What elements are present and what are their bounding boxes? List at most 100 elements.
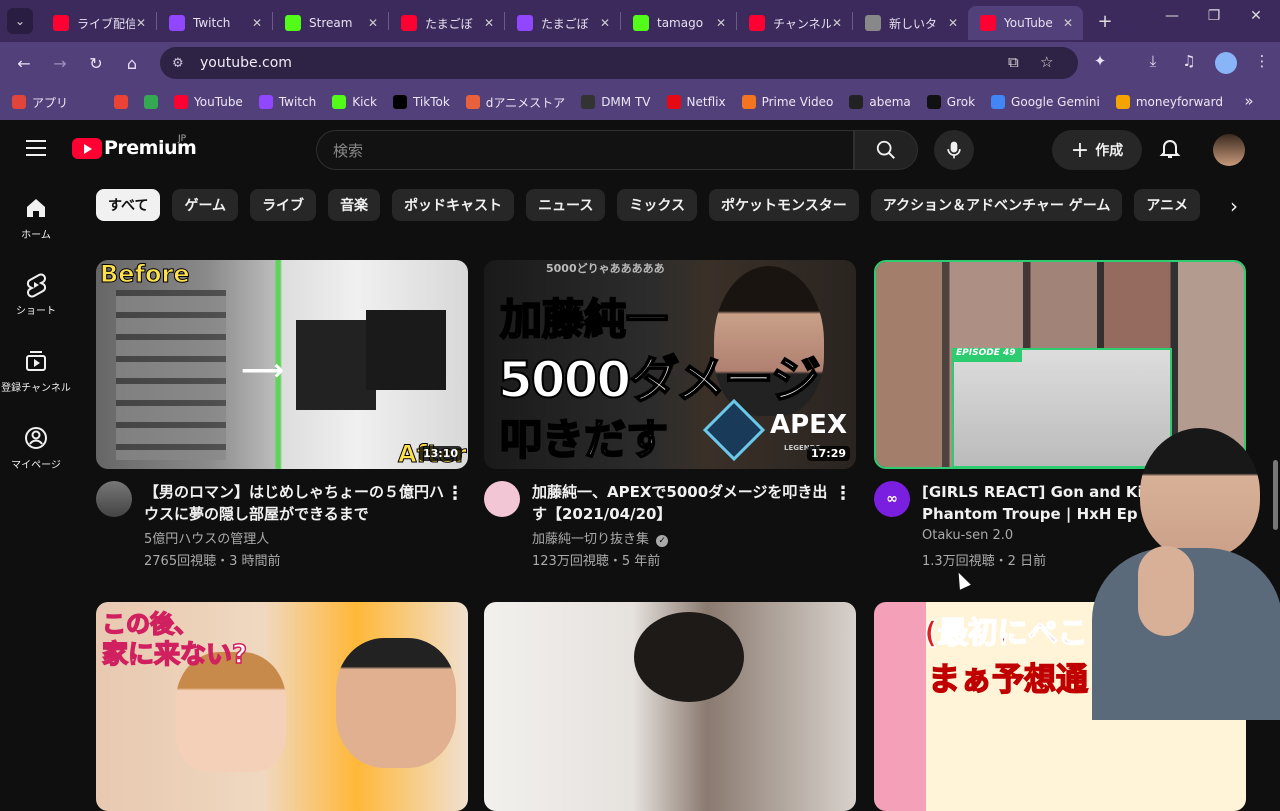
filter-chip[interactable]: アクション＆アドベンチャー ゲーム [870, 189, 1123, 221]
filter-chip[interactable]: ゲーム [172, 189, 239, 221]
bookmark-item[interactable]: YouTube [174, 95, 243, 109]
omnibox[interactable]: ⚙ youtube.com ⧉ ☆ [160, 47, 1078, 79]
bookmark-item[interactable]: Grok [926, 95, 975, 109]
site-info-icon[interactable]: ⚙ [172, 56, 190, 71]
video-thumbnail[interactable]: この後、 家に来ない? [96, 602, 468, 811]
search-input[interactable]: 検索 [316, 130, 854, 170]
video-thumbnail[interactable] [484, 602, 856, 811]
filter-chip[interactable]: アニメ [1134, 189, 1201, 221]
tab-search-button[interactable]: ⌄ [7, 8, 33, 34]
bookmark-label: Prime Video [761, 95, 834, 109]
bookmark-item[interactable]: dアニメストア [465, 94, 565, 111]
bookmark-item[interactable]: Kick [332, 95, 377, 109]
search-button[interactable] [854, 130, 918, 170]
filter-chip[interactable]: すべて [96, 189, 161, 221]
filter-chip[interactable]: 音楽 [328, 189, 381, 221]
close-tab-icon[interactable]: ✕ [1063, 16, 1073, 30]
bookmark-item[interactable]: アプリ [12, 94, 68, 111]
browser-tab[interactable]: ライブ配信 ✕ [41, 6, 156, 40]
bookmark-star-icon[interactable]: ☆ [1040, 53, 1053, 71]
dmm-icon [581, 95, 596, 109]
close-tab-icon[interactable]: ✕ [368, 16, 378, 30]
channel-name[interactable]: 5億円ハウスの管理人 [144, 528, 269, 547]
channel-avatar[interactable] [484, 481, 520, 517]
bookmark-item[interactable]: TikTok [392, 95, 450, 109]
close-tab-icon[interactable]: ✕ [600, 16, 610, 30]
browser-tab-strip: ⌄ ライブ配信 ✕ Twitch ✕ Stream ✕ たまごぼ ✕ たまごぼ ✕ tamago ✕ チ… [0, 0, 1280, 42]
create-button[interactable]: + 作成 [1052, 130, 1142, 170]
more-bookmarks-icon[interactable]: » [1238, 92, 1260, 110]
more-actions-icon[interactable]: ⋮ [446, 483, 464, 504]
bookmark-item[interactable]: Twitch [258, 95, 316, 109]
channel-name[interactable]: Otaku-sen 2.0 [922, 528, 1013, 543]
bookmark-item[interactable]: Prime Video [741, 95, 834, 109]
page-scrollbar[interactable] [1273, 460, 1278, 530]
video-card[interactable]: Before After ⟶ 13:10 【男のロマン】はじめしゃちょーの５億円… [96, 260, 468, 571]
media-control-icon[interactable]: ♫ [1178, 52, 1200, 70]
filter-chip[interactable]: ライブ [250, 189, 317, 221]
close-tab-icon[interactable]: ✕ [832, 16, 842, 30]
extensions-icon[interactable]: ✦ [1089, 52, 1111, 70]
bookmark-item[interactable]: abema [849, 95, 911, 109]
browser-tab[interactable]: YouTube ✕ [968, 6, 1083, 40]
bookmark-item[interactable] [144, 95, 164, 109]
reload-button[interactable]: ↻ [78, 54, 114, 73]
back-button[interactable]: ← [6, 54, 42, 73]
profile-avatar[interactable] [1215, 52, 1237, 74]
bookmark-item[interactable] [114, 95, 134, 109]
prime-icon [741, 95, 756, 109]
bookmark-item[interactable]: Netflix [666, 95, 726, 109]
browser-tab[interactable]: チャンネル ✕ [737, 6, 852, 40]
browser-tab[interactable]: tamago ✕ [621, 6, 736, 40]
close-tab-icon[interactable]: ✕ [252, 16, 262, 30]
channel-avatar[interactable] [96, 481, 132, 517]
notifications-bell-icon[interactable] [1158, 136, 1182, 165]
close-tab-icon[interactable]: ✕ [484, 16, 494, 30]
browser-tab[interactable]: たまごぼ ✕ [389, 6, 504, 40]
maximize-button[interactable]: ❐ [1204, 8, 1224, 24]
youtube-logo-icon[interactable] [72, 138, 102, 159]
close-tab-icon[interactable]: ✕ [716, 16, 726, 30]
chevron-right-icon[interactable]: › [1230, 194, 1238, 218]
sidebar-item-you[interactable]: マイページ [0, 426, 72, 471]
browser-tab[interactable]: Stream ✕ [273, 6, 388, 40]
downloads-icon[interactable]: ⤓ [1142, 52, 1164, 70]
account-avatar[interactable] [1213, 134, 1245, 166]
browser-tab[interactable]: 新しいタ ✕ [853, 6, 968, 40]
filter-chip[interactable]: ポッドキャスト [392, 189, 515, 221]
close-tab-icon[interactable]: ✕ [136, 16, 146, 30]
video-card[interactable] [484, 602, 856, 811]
bookmark-item[interactable]: Google Gemini [991, 95, 1100, 109]
forward-button[interactable]: → [42, 54, 78, 73]
filter-chip[interactable]: ポケットモンスター [708, 189, 859, 221]
close-tab-icon[interactable]: ✕ [948, 16, 958, 30]
video-thumbnail[interactable]: 5000どりゃあああああ 加藤純一 5000ダメージ 叩きだす APEX LEG… [484, 260, 856, 469]
video-thumbnail[interactable]: Before After ⟶ 13:10 [96, 260, 468, 469]
bookmark-item[interactable] [84, 95, 104, 109]
filter-chip[interactable]: ミックス [617, 189, 697, 221]
browser-tab[interactable]: Twitch ✕ [157, 6, 272, 40]
bookmark-item[interactable]: moneyforward [1115, 95, 1223, 109]
sidebar-item-home[interactable]: ホーム [0, 196, 72, 241]
install-app-icon[interactable]: ⧉ [1008, 53, 1019, 71]
close-window-button[interactable]: ✕ [1246, 8, 1266, 24]
channel-avatar[interactable]: ∞ [874, 481, 910, 517]
browser-menu-icon[interactable]: ⋮ [1251, 52, 1273, 70]
minimize-button[interactable]: — [1162, 8, 1182, 24]
video-title[interactable]: 【男のロマン】はじめしゃちょーの５億円ハウスに夢の隠し部屋ができるまで [144, 481, 444, 525]
video-card[interactable]: この後、 家に来ない? [96, 602, 468, 811]
bookmark-item[interactable]: DMM TV [581, 95, 651, 109]
sidebar-item-shorts[interactable]: ショート [0, 272, 72, 317]
grok-icon [926, 95, 941, 109]
sidebar-item-subscriptions[interactable]: 登録チャンネル [0, 349, 72, 394]
browser-tab[interactable]: たまごぼ ✕ [505, 6, 620, 40]
guide-menu-icon[interactable] [26, 140, 46, 161]
home-button[interactable]: ⌂ [114, 54, 150, 73]
channel-name[interactable]: 加藤純一切り抜き集 ✓ [532, 528, 669, 547]
filter-chip[interactable]: ニュース [526, 189, 606, 221]
more-actions-icon[interactable]: ⋮ [834, 483, 852, 504]
new-tab-button[interactable]: + [1093, 11, 1117, 32]
video-title[interactable]: 加藤純一、APEXで5000ダメージを叩き出す【2021/04/20】 [532, 481, 832, 525]
video-card[interactable]: 5000どりゃあああああ 加藤純一 5000ダメージ 叩きだす APEX LEG… [484, 260, 856, 571]
voice-search-button[interactable] [934, 130, 974, 170]
